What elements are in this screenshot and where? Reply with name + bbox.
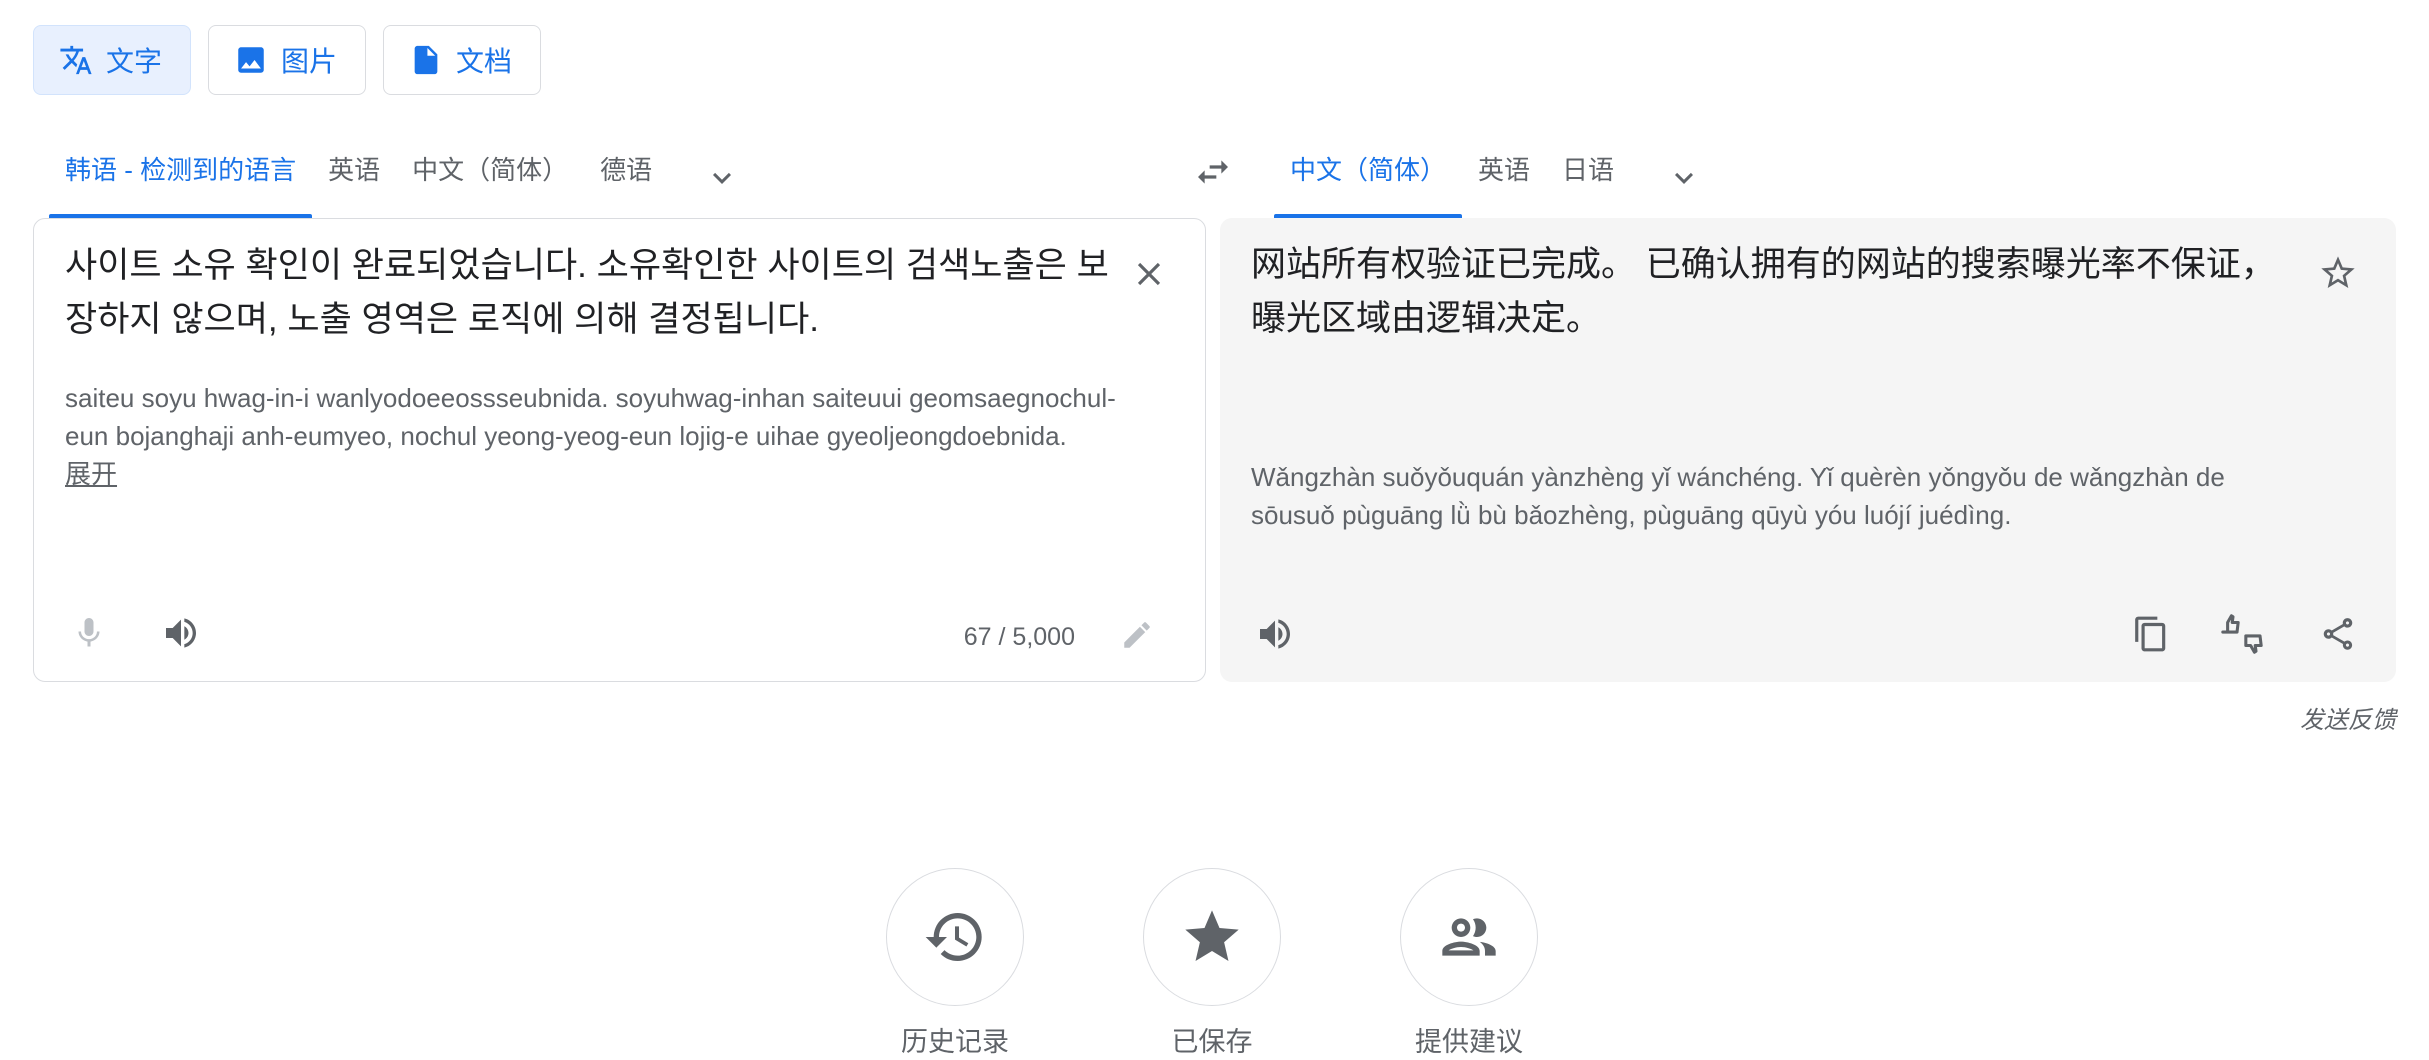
document-icon	[408, 42, 444, 78]
speaker-icon	[166, 618, 196, 648]
speaker-icon	[1260, 619, 1290, 649]
star-outline-icon	[2321, 256, 2355, 288]
target-lang-more-button[interactable]	[1654, 146, 1714, 210]
swap-icon	[1198, 160, 1228, 184]
close-icon	[1137, 262, 1161, 286]
image-mode-tab[interactable]: 图片	[208, 25, 367, 95]
contribute-label: 提供建议	[1415, 1027, 1523, 1057]
image-mode-label: 图片	[281, 46, 338, 77]
expand-link[interactable]: 展开	[65, 455, 1125, 493]
translate-icon	[58, 42, 94, 78]
source-listen-button[interactable]	[153, 605, 209, 661]
source-lang-german[interactable]: 德语	[584, 138, 668, 218]
chevron-down-icon	[713, 172, 732, 184]
copy-icon	[2135, 616, 2166, 652]
microphone-icon	[78, 618, 100, 647]
source-lang-more-button[interactable]	[692, 146, 752, 210]
swap-languages-button[interactable]	[1188, 150, 1238, 194]
saved-button[interactable]	[1143, 868, 1281, 1006]
text-mode-label: 文字	[106, 46, 163, 77]
source-text-input[interactable]: 사이트 소유 확인이 완료되었습니다. 소유확인한 사이트의 검색노출은 보장하…	[65, 239, 1125, 347]
target-pinyin: Wǎngzhàn suǒyǒuquán yànzhèng yǐ wánchéng…	[1251, 462, 2225, 530]
source-romanization-text: saiteu soyu hwag-in-i wanlyodoeeossseubn…	[65, 383, 1116, 451]
thumbs-up-down-icon	[2221, 614, 2263, 654]
contribute-button[interactable]	[1400, 868, 1538, 1006]
star-icon	[1185, 910, 1239, 961]
target-lang-chinese[interactable]: 中文（简体）	[1274, 138, 1463, 218]
history-action[interactable]: 历史记录	[885, 868, 1025, 1059]
translation-output: 网站所有权验证已完成。 已确认拥有的网站的搜索曝光率不保证，曝光区域由逻辑决定。	[1251, 245, 2276, 338]
character-count: 67 / 5,000	[963, 623, 1075, 651]
source-lang-detected[interactable]: 韩语 - 检测到的语言	[49, 138, 313, 218]
history-button[interactable]	[886, 868, 1024, 1006]
image-icon	[233, 42, 269, 78]
saved-action[interactable]: 已保存	[1142, 868, 1282, 1059]
chevron-down-icon	[1675, 172, 1694, 184]
history-icon	[925, 913, 982, 961]
history-label: 历史记录	[901, 1027, 1009, 1057]
edit-button[interactable]	[1109, 607, 1165, 663]
source-lang-chinese[interactable]: 中文（简体）	[396, 138, 584, 218]
target-language-bar: 中文（简体） 英语 日语	[1274, 138, 1714, 218]
document-mode-tab[interactable]: 文档	[383, 25, 542, 95]
clear-text-button[interactable]	[1121, 246, 1177, 302]
document-mode-label: 文档	[456, 46, 513, 77]
text-mode-tab[interactable]: 文字	[33, 25, 192, 95]
voice-input-button[interactable]	[61, 605, 117, 661]
copy-translation-button[interactable]	[2123, 606, 2179, 662]
mode-tabs: 文字 图片 文档	[33, 25, 542, 95]
target-panel: 网站所有权验证已完成。 已确认拥有的网站的搜索曝光率不保证，曝光区域由逻辑决定。…	[1220, 218, 2396, 682]
rate-translation-button[interactable]	[2214, 606, 2270, 662]
source-panel: 사이트 소유 확인이 완료되었습니다. 소유확인한 사이트의 검색노출은 보장하…	[33, 218, 1206, 682]
target-lang-english[interactable]: 英语	[1462, 138, 1546, 218]
source-romanization: saiteu soyu hwag-in-i wanlyodoeeossseubn…	[65, 379, 1125, 493]
target-lang-japanese[interactable]: 日语	[1546, 138, 1630, 218]
pencil-icon	[1124, 622, 1150, 648]
source-lang-english[interactable]: 英语	[312, 138, 396, 218]
contribute-action[interactable]: 提供建议	[1399, 868, 1539, 1059]
saved-label: 已保存	[1171, 1027, 1253, 1057]
source-language-bar: 韩语 - 检测到的语言 英语 中文（简体） 德语	[49, 138, 752, 218]
save-translation-button[interactable]	[2310, 245, 2366, 301]
share-icon	[2323, 618, 2353, 650]
share-translation-button[interactable]	[2310, 606, 2366, 662]
send-feedback-link[interactable]: 发送反馈	[2300, 700, 2396, 735]
target-listen-button[interactable]	[1247, 606, 1303, 662]
community-icon	[1442, 918, 1496, 956]
